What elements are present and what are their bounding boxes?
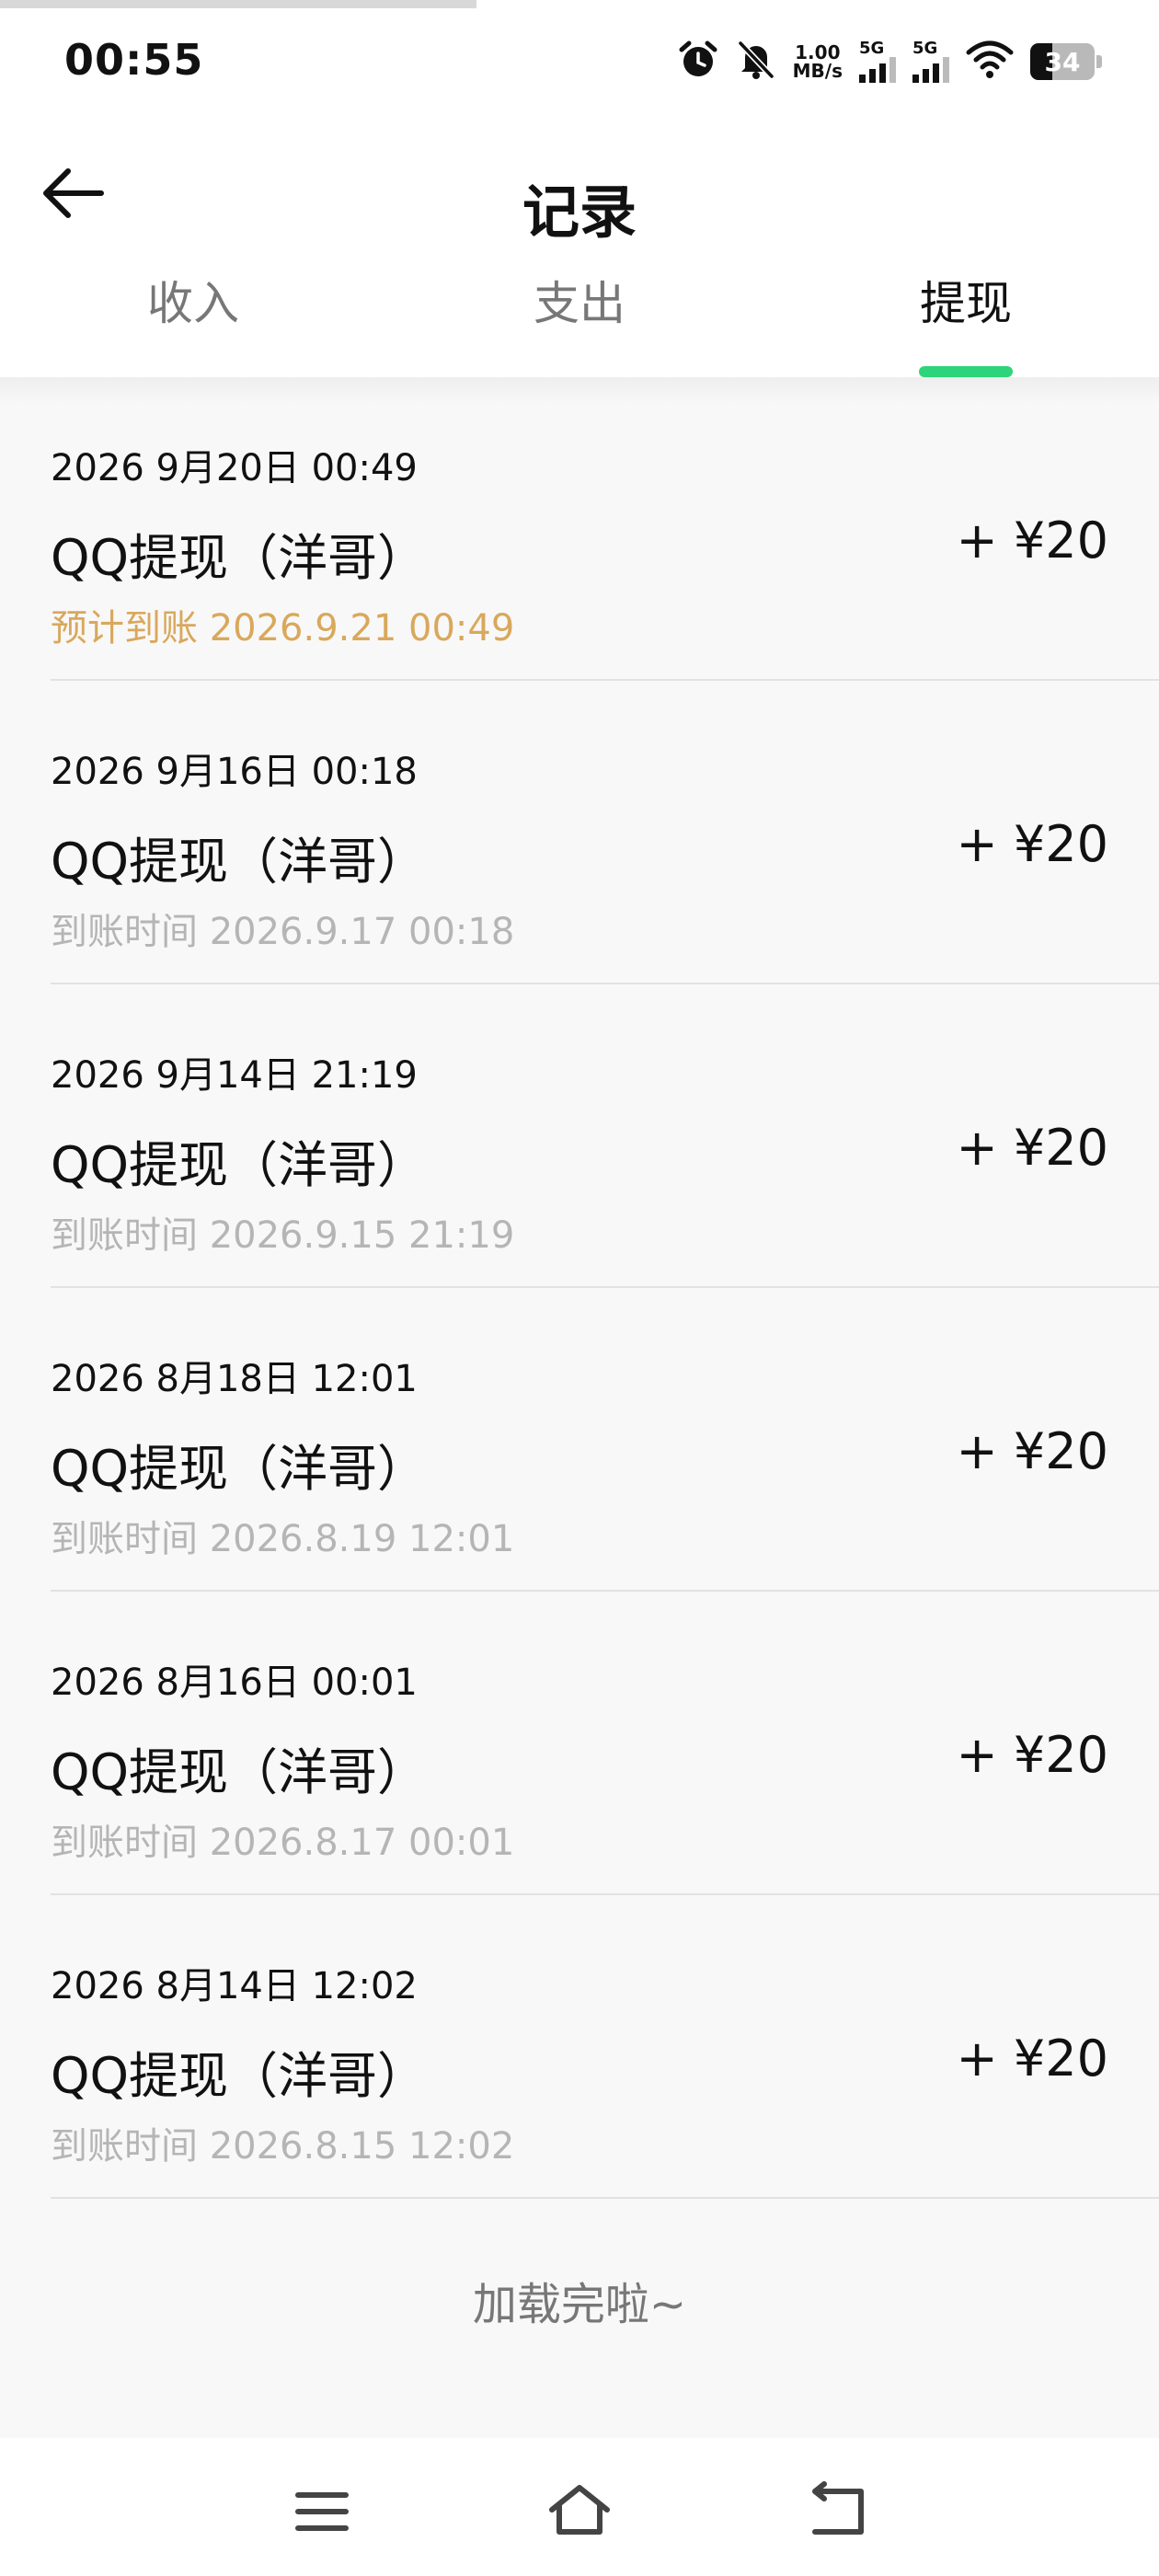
tab-expense[interactable]: 支出 (442, 267, 717, 333)
record-amount: + ¥20 (956, 1726, 1108, 1784)
record-amount: + ¥20 (956, 1422, 1108, 1480)
net-speed: 1.00 MB/s (792, 41, 843, 82)
record-arrival: 到账时间 2026.9.15 21:19 (51, 1214, 515, 1257)
status-icons: 1.00 MB/s 5G 5G 34 (677, 37, 1102, 86)
back-nav-icon (812, 2481, 864, 2535)
list-item[interactable]: 2026 8月16日 00:01 QQ提现（洋哥） 到账时间 2026.8.17… (51, 1592, 1159, 1895)
record-arrival: 到账时间 2026.8.19 12:01 (51, 1518, 515, 1560)
active-tab-indicator (919, 366, 1013, 377)
record-arrival: 到账时间 2026.8.17 00:01 (51, 1822, 515, 1864)
record-title: QQ提现（洋哥） (51, 529, 428, 587)
record-arrival: 到账时间 2026.9.17 00:18 (51, 911, 515, 953)
list-item[interactable]: 2026 9月14日 21:19 QQ提现（洋哥） 到账时间 2026.9.15… (51, 984, 1159, 1288)
record-date: 2026 8月14日 12:02 (51, 1965, 418, 2007)
record-title: QQ提现（洋哥） (51, 1136, 428, 1194)
record-arrival: 预计到账 2026.9.21 00:49 (51, 607, 515, 650)
record-date: 2026 8月18日 12:01 (51, 1358, 418, 1400)
record-title: QQ提现（洋哥） (51, 1440, 428, 1498)
status-time: 00:55 (64, 35, 204, 85)
page-title: 记录 (522, 178, 637, 246)
back-nav-button[interactable] (800, 2475, 874, 2548)
sim2-signal-icon: 5G (912, 39, 949, 83)
home-icon (549, 2485, 610, 2535)
record-date: 2026 9月16日 00:18 (51, 751, 418, 793)
menu-icon (295, 2492, 349, 2531)
record-amount: + ¥20 (956, 1119, 1108, 1177)
system-nav-bar (0, 2438, 1159, 2576)
battery-icon: 34 (1030, 43, 1102, 80)
list-item[interactable]: 2026 9月20日 00:49 QQ提现（洋哥） 预计到账 2026.9.21… (51, 377, 1159, 681)
home-button[interactable] (543, 2475, 616, 2548)
record-date: 2026 9月14日 21:19 (51, 1054, 418, 1097)
record-amount: + ¥20 (956, 512, 1108, 569)
record-amount: + ¥20 (956, 2030, 1108, 2087)
sim1-signal-icon: 5G (859, 39, 896, 83)
wifi-icon (966, 40, 1014, 84)
status-bar: 00:55 1.00 MB/s 5G 5G 34 (0, 0, 1159, 120)
record-title: QQ提现（洋哥） (51, 2047, 428, 2105)
record-date: 2026 9月20日 00:49 (51, 447, 418, 489)
mute-icon (736, 39, 776, 85)
alarm-icon (677, 39, 719, 85)
record-date: 2026 8月16日 00:01 (51, 1662, 418, 1704)
menu-button[interactable] (285, 2475, 359, 2548)
tab-withdraw[interactable]: 提现 (828, 267, 1104, 333)
list-item[interactable]: 2026 8月18日 12:01 QQ提现（洋哥） 到账时间 2026.8.19… (51, 1288, 1159, 1592)
load-complete-text: 加载完啦~ (472, 2279, 687, 2330)
record-arrival: 到账时间 2026.8.15 12:02 (51, 2125, 515, 2168)
record-title: QQ提现（洋哥） (51, 833, 428, 891)
list-item[interactable]: 2026 8月14日 12:02 QQ提现（洋哥） 到账时间 2026.8.15… (51, 1895, 1159, 2199)
record-title: QQ提现（洋哥） (51, 1743, 428, 1801)
record-amount: + ¥20 (956, 815, 1108, 873)
app-header: 记录 (0, 120, 1159, 258)
list-item[interactable]: 2026 9月16日 00:18 QQ提现（洋哥） 到账时间 2026.9.17… (51, 681, 1159, 984)
tab-income[interactable]: 收入 (55, 267, 331, 333)
tab-bar: 收入 支出 提现 (0, 267, 1159, 377)
